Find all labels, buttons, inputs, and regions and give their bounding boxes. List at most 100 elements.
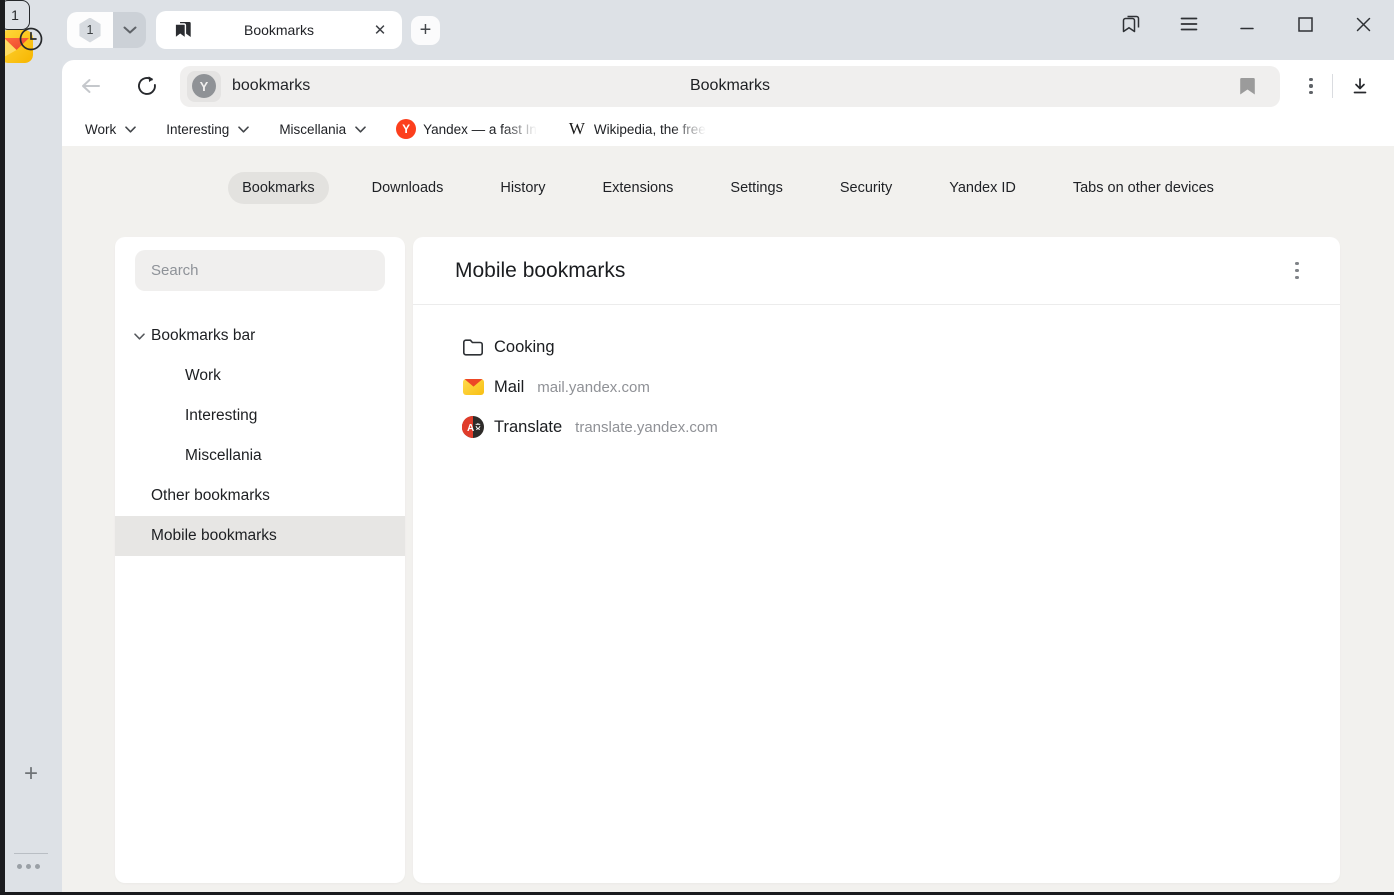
yandex-favicon: Y [192,74,216,98]
yandex-translate-icon: A [461,416,485,438]
bookmarks-bar-link-yandex[interactable]: Y Yandex — a fast In [388,115,545,143]
tree-label: Bookmarks bar [151,327,255,345]
back-button[interactable] [77,72,105,100]
bookmark-label: Mail [494,378,524,397]
reload-icon [136,75,158,97]
tab-security[interactable]: Security [826,172,906,204]
rail-divider [14,853,48,854]
list-item-mail[interactable]: Mail mail.yandex.com [413,367,1340,407]
tab-downloads[interactable]: Downloads [358,172,458,204]
page-title: Bookmarks [180,77,1280,95]
bookmarks-main-panel: Mobile bookmarks Cooking Mail mail.yande… [413,237,1340,883]
chevron-down-icon[interactable] [131,328,147,344]
sidebar-item-other-bookmarks[interactable]: Other bookmarks [115,476,405,516]
add-panel-button[interactable]: + [13,756,49,792]
address-bar[interactable]: Y bookmarks Bookmarks [180,66,1280,107]
url-text[interactable]: bookmarks [232,77,310,95]
window-maximize-button[interactable] [1292,11,1318,37]
screen-edge [0,0,5,895]
bookmark-panels-icon [1119,12,1143,36]
tree-label: Interesting [185,407,257,425]
tree-label: Other bookmarks [151,487,270,505]
tree-label: Miscellania [185,447,262,465]
bookmark-label: Yandex — a fast In [423,122,537,137]
sidebar-item-bookmarks-bar[interactable]: Bookmarks bar [115,316,405,356]
tab-close-icon[interactable]: ✕ [370,20,390,40]
bookmarks-bar-link-wikipedia[interactable]: W Wikipedia, the free [559,115,714,143]
search-input[interactable] [135,250,385,291]
reload-button[interactable] [133,72,161,100]
folder-label: Work [85,122,116,137]
toolbar-divider [1332,74,1333,98]
window-close-button[interactable] [1350,11,1376,37]
sidebar-item-miscellania[interactable]: Miscellania [115,436,405,476]
chevron-down-icon [123,26,137,34]
folder-icon [461,338,485,357]
new-tab-button[interactable]: + [411,16,440,45]
yandex-mail-icon [461,379,485,395]
plus-icon: + [420,19,432,42]
sidebar-item-interesting[interactable]: Interesting [115,396,405,436]
tree-label: Mobile bookmarks [151,527,277,545]
history-clock-button[interactable] [13,21,49,57]
bookmarks-bar-folder-work[interactable]: Work [77,118,144,141]
bookmarks-bar-folder-miscellania[interactable]: Miscellania [271,118,374,141]
tab-title: Bookmarks [156,22,402,38]
window-minimize-button[interactable] [1234,11,1260,37]
tab-history[interactable]: History [486,172,559,204]
clock-icon [16,24,46,54]
tab-bookmarks[interactable]: Bookmarks ✕ [156,11,402,49]
yandex-icon: Y [396,119,416,139]
minimize-icon [1239,16,1255,32]
tab-yandex-id[interactable]: Yandex ID [935,172,1030,204]
bookmarks-sidebar: Bookmarks bar Work Interesting Miscellan… [115,237,405,883]
bookmarks-manager-page: Bookmarks Downloads History Extensions S… [62,146,1394,895]
download-icon [1350,76,1370,96]
bookmark-list: Cooking Mail mail.yandex.com A Translate… [413,305,1340,447]
tab-group-badge[interactable]: 1 [67,12,113,48]
wikipedia-icon: W [567,119,587,139]
back-arrow-icon [80,77,102,95]
folder-label: Interesting [166,122,229,137]
tab-bookmarks-nav[interactable]: Bookmarks [228,172,329,204]
address-bar-menu-button[interactable] [1300,73,1322,99]
close-icon [1355,16,1372,33]
downloads-button[interactable] [1344,72,1376,100]
tab-other-devices[interactable]: Tabs on other devices [1059,172,1228,204]
section-title: Mobile bookmarks [455,259,625,283]
bookmarks-tree: Bookmarks bar Work Interesting Miscellan… [115,316,405,556]
plus-icon: + [24,760,38,788]
tab-group-selector[interactable]: 1 [67,12,146,48]
list-item-cooking[interactable]: Cooking [413,327,1340,367]
chevron-down-icon [125,126,136,133]
tab-strip: 1 Bookmarks ✕ + [62,0,1394,60]
bookmark-url: mail.yandex.com [537,379,650,396]
bookmark-url: translate.yandex.com [575,419,718,436]
bookmarks-bar: Work Interesting Miscellania Y Yandex — … [62,112,1394,146]
chevron-down-icon [238,126,249,133]
bookmarks-bar-folder-interesting[interactable]: Interesting [158,118,257,141]
bookmark-star-button[interactable] [1239,76,1256,96]
browser-menu-button[interactable] [1176,11,1202,37]
list-item-translate[interactable]: A Translate translate.yandex.com [413,407,1340,447]
hamburger-menu-icon [1179,16,1199,32]
tab-group-badge-count: 1 [87,23,94,37]
tab-group-dropdown[interactable] [113,12,146,48]
maximize-icon [1297,16,1314,33]
svg-text:A: A [467,423,474,434]
manager-nav: Bookmarks Downloads History Extensions S… [62,172,1394,204]
bookmark-label: Cooking [494,338,555,357]
sidebar-item-work[interactable]: Work [115,356,405,396]
folder-label: Miscellania [279,122,346,137]
site-favicon-chip[interactable]: Y [187,71,221,102]
chevron-down-icon [355,126,366,133]
tab-settings[interactable]: Settings [716,172,796,204]
bookmark-label: Translate [494,418,562,437]
sidebar-item-mobile-bookmarks[interactable]: Mobile bookmarks [115,516,405,556]
tab-extensions[interactable]: Extensions [588,172,687,204]
rail-more-button[interactable] [17,864,40,869]
tree-label: Work [185,367,221,385]
toolbar: Y bookmarks Bookmarks [62,60,1394,112]
section-menu-button[interactable] [1284,258,1310,284]
collections-panel-button[interactable] [1118,11,1144,37]
